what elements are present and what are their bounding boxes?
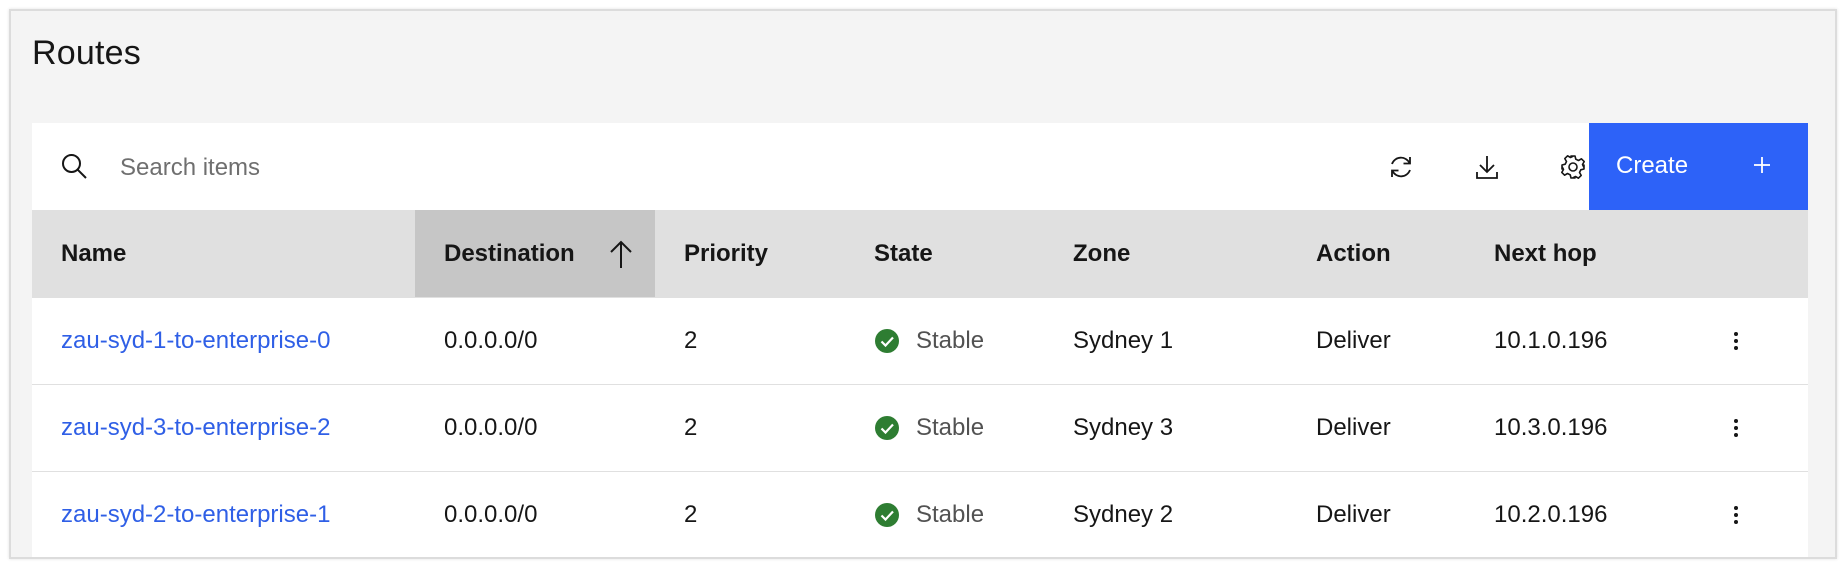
plus-icon xyxy=(1754,157,1770,173)
next-hop-cell: 10.2.0.196 xyxy=(1465,471,1695,557)
overflow-menu-vertical-icon xyxy=(1734,332,1738,350)
destination-cell: 0.0.0.0/0 xyxy=(415,297,655,385)
arrow-up-icon xyxy=(610,240,632,268)
routes-table-container: Create Name Destination xyxy=(32,123,1808,557)
create-button[interactable]: Create xyxy=(1589,123,1808,210)
checkmark-filled-icon xyxy=(875,416,899,440)
row-overflow-menu-button[interactable] xyxy=(1724,472,1808,557)
page-title: Routes xyxy=(32,34,141,72)
destination-cell: 0.0.0.0/0 xyxy=(415,471,655,557)
next-hop-cell: 10.1.0.196 xyxy=(1465,297,1695,385)
table-header-row: Name Destination Priority State Zone Act… xyxy=(32,210,1808,298)
checkmark-filled-icon xyxy=(875,503,899,527)
state-label: Stable xyxy=(916,327,985,354)
download-icon xyxy=(1476,155,1498,179)
search-input[interactable] xyxy=(118,145,1022,191)
column-header-action[interactable]: Action xyxy=(1287,210,1465,298)
state-label: Stable xyxy=(916,501,985,528)
routes-panel: Routes Search items Create Name Destinat… xyxy=(9,9,1837,559)
destination-cell: 0.0.0.0/0 xyxy=(415,384,655,472)
routes-table: Name Destination Priority State Zone Act… xyxy=(32,210,1808,557)
next-hop-cell: 10.3.0.196 xyxy=(1465,384,1695,472)
priority-cell: 2 xyxy=(655,297,845,385)
action-cell: Deliver xyxy=(1287,471,1465,557)
route-name-link[interactable]: zau-syd-2-to-enterprise-1 xyxy=(61,501,330,528)
refresh-icon xyxy=(1391,156,1411,177)
table-row: zau-syd-2-to-enterprise-1 0.0.0.0/0 2 St… xyxy=(32,471,1808,557)
row-overflow-menu-button[interactable] xyxy=(1724,298,1808,384)
refresh-button[interactable] xyxy=(1358,123,1444,210)
column-header-overflow xyxy=(1695,210,1808,298)
route-name-link[interactable]: zau-syd-1-to-enterprise-0 xyxy=(61,327,330,354)
zone-cell: Sydney 2 xyxy=(1044,471,1287,557)
table-row: zau-syd-1-to-enterprise-0 0.0.0.0/0 2 St… xyxy=(32,297,1808,385)
column-header-priority[interactable]: Priority xyxy=(655,210,845,298)
column-header-destination-label: Destination xyxy=(444,239,575,267)
overflow-menu-vertical-icon xyxy=(1734,419,1738,437)
priority-cell: 2 xyxy=(655,471,845,557)
column-header-state[interactable]: State xyxy=(845,210,1044,298)
column-header-zone[interactable]: Zone xyxy=(1044,210,1287,298)
create-button-label: Create xyxy=(1616,152,1689,179)
action-cell: Deliver xyxy=(1287,384,1465,472)
table-toolbar: Create xyxy=(32,123,1808,210)
action-cell: Deliver xyxy=(1287,297,1465,385)
state-cell: Stable xyxy=(874,385,1044,471)
download-button[interactable] xyxy=(1444,123,1530,210)
row-overflow-menu-button[interactable] xyxy=(1724,385,1808,471)
table-row: zau-syd-3-to-enterprise-2 0.0.0.0/0 2 St… xyxy=(32,384,1808,472)
route-name-link[interactable]: zau-syd-3-to-enterprise-2 xyxy=(61,414,330,441)
search-icon xyxy=(62,154,87,179)
column-header-destination[interactable]: Destination xyxy=(415,210,655,298)
zone-cell: Sydney 1 xyxy=(1044,297,1287,385)
column-header-next-hop[interactable]: Next hop xyxy=(1465,210,1695,298)
gear-icon xyxy=(1561,154,1585,179)
checkmark-filled-icon xyxy=(875,329,899,353)
state-label: Stable xyxy=(916,414,985,441)
state-cell: Stable xyxy=(874,472,1044,557)
column-header-name[interactable]: Name xyxy=(32,210,415,298)
state-cell: Stable xyxy=(874,298,1044,384)
priority-cell: 2 xyxy=(655,384,845,472)
zone-cell: Sydney 3 xyxy=(1044,384,1287,472)
overflow-menu-vertical-icon xyxy=(1734,506,1738,524)
